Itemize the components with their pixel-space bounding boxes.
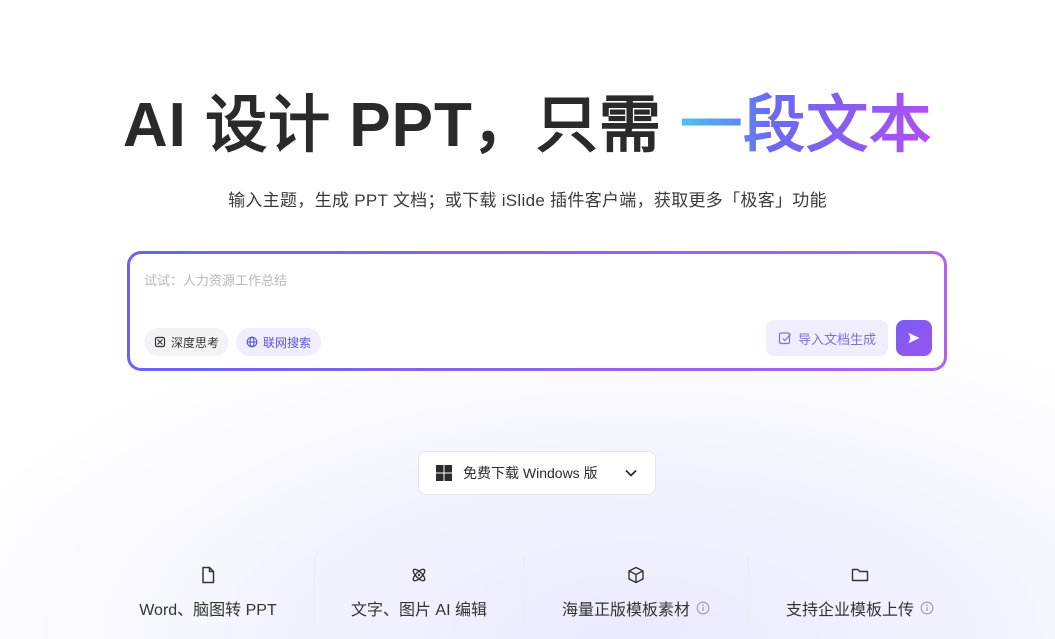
send-icon [908, 332, 920, 344]
web-search-label: 联网搜索 [263, 335, 312, 350]
import-document-button[interactable]: 导入文档生成 [765, 320, 888, 356]
windows-icon [436, 465, 452, 481]
atom-icon [412, 568, 426, 582]
deep-think-toggle[interactable]: 深度思考 [144, 328, 230, 356]
info-icon[interactable] [920, 601, 934, 615]
deep-think-label: 深度思考 [171, 335, 220, 350]
file-icon [202, 566, 215, 584]
feature-label: 文字、图片 AI 编辑 [350, 602, 487, 619]
feature-item-templates: 海量正版模板素材 [524, 556, 748, 639]
hero-title-main: AI 设计 PPT，只需 [122, 91, 681, 160]
folder-icon [851, 568, 869, 582]
feature-list: Word、脑图转 PPT 文字、图片 AI 编辑 海量正版模板素材 支持企业模板… [0, 556, 1055, 639]
prompt-inner: 深度思考 联网搜索 导入文档生成 [130, 254, 944, 368]
info-icon[interactable] [696, 601, 710, 615]
deep-think-icon [154, 336, 166, 348]
globe-icon [246, 336, 258, 348]
web-search-toggle[interactable]: 联网搜索 [236, 328, 322, 356]
download-windows-button[interactable]: 免费下载 Windows 版 [418, 451, 656, 495]
feature-label: 海量正版模板素材 [561, 602, 690, 619]
prompt-input[interactable] [144, 268, 924, 292]
feature-label: 支持企业模板上传 [785, 602, 914, 619]
cube-icon [628, 566, 644, 584]
hero-subtitle: 输入主题，生成 PPT 文档；或下载 iSlide 插件客户端，获取更多「极客」… [228, 191, 827, 210]
feature-item-word-mindmap: Word、脑图转 PPT [103, 556, 313, 639]
feature-item-ai-edit: 文字、图片 AI 编辑 [314, 556, 524, 639]
hero-title: AI 设计 PPT，只需 一段文本 [0, 88, 1055, 164]
send-button[interactable] [896, 320, 932, 356]
feature-item-enterprise-upload: 支持企业模板上传 [748, 556, 972, 639]
import-document-label: 导入文档生成 [797, 331, 876, 347]
hero-title-highlight: 一段文本 [680, 91, 933, 160]
download-label: 免费下载 Windows 版 [463, 465, 598, 481]
chevron-down-icon[interactable] [623, 465, 639, 481]
feature-label: Word、脑图转 PPT [139, 602, 277, 619]
prompt-box: 深度思考 联网搜索 导入文档生成 [127, 251, 947, 371]
edit-document-icon [778, 332, 791, 345]
